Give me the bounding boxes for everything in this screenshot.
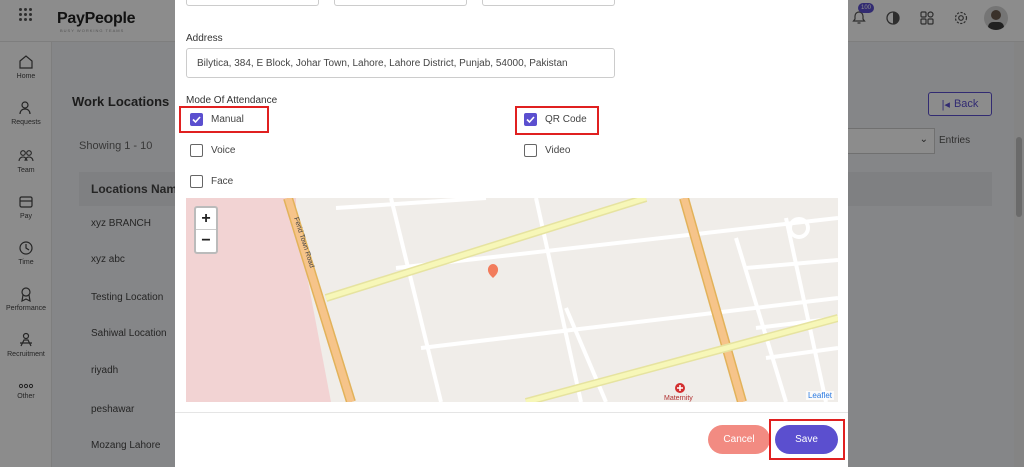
video-checkbox[interactable]: Video [524, 144, 570, 157]
location-map[interactable]: Ferid Town Road Maternity + − Leaflet [186, 198, 838, 402]
face-checkbox[interactable]: Face [190, 175, 233, 188]
map-attribution[interactable]: Leaflet [805, 391, 834, 400]
work-location-modal: Address Mode Of Attendance Manual QR Cod… [175, 0, 848, 467]
checkbox-unchecked-icon [524, 144, 537, 157]
map-zoom-control: + − [194, 206, 218, 254]
checkbox-unchecked-icon [190, 175, 203, 188]
voice-checkbox[interactable]: Voice [190, 144, 235, 157]
poi-label: Maternity [664, 395, 693, 402]
cancel-button[interactable]: Cancel [708, 425, 770, 454]
form-field-fragment[interactable] [186, 0, 319, 6]
manual-highlight [179, 106, 269, 133]
form-field-fragment[interactable] [482, 0, 615, 6]
modal-footer-divider [175, 412, 848, 413]
save-highlight [769, 419, 845, 460]
mode-of-attendance-label: Mode Of Attendance [186, 95, 278, 106]
zoom-in-button[interactable]: + [196, 208, 216, 230]
face-label: Face [211, 176, 234, 187]
form-field-fragment[interactable] [334, 0, 467, 6]
video-label: Video [545, 145, 571, 156]
zoom-out-button[interactable]: − [196, 230, 216, 252]
checkbox-unchecked-icon [190, 144, 203, 157]
address-input[interactable] [186, 48, 615, 78]
voice-label: Voice [211, 145, 236, 156]
map-marker-icon [487, 264, 499, 278]
address-label: Address [186, 33, 223, 44]
qr-code-highlight [515, 106, 599, 135]
